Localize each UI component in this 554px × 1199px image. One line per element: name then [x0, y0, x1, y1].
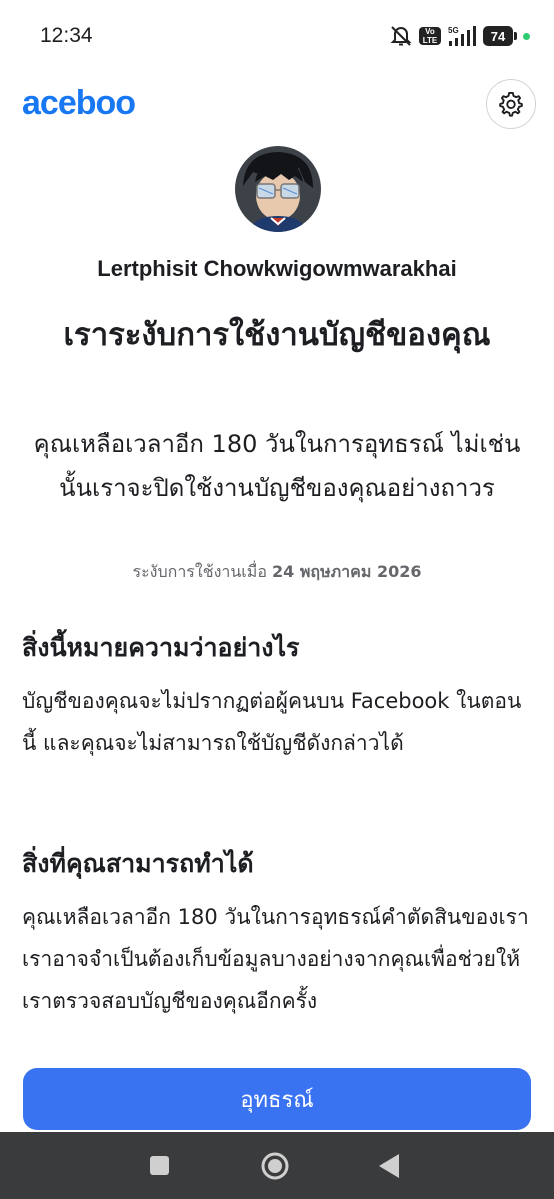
facebook-logo: aceboo — [22, 84, 136, 122]
privacy-indicator-icon — [523, 32, 530, 40]
triangle-back-icon[interactable] — [377, 1152, 401, 1180]
suspended-date-line: ระงับการใช้งานเมื่อ 24 พฤษภาคม 2026 — [0, 560, 554, 585]
profile-name: Lertphisit Chowkwigowmwarakhai — [97, 256, 457, 281]
notice-subtitle: คุณเหลือเวลาอีก 180 วันในการอุทธรณ์ ไม่เ… — [33, 430, 521, 502]
status-icons: Vo LTE 5G 74 — [389, 22, 530, 50]
square-icon[interactable] — [150, 1156, 169, 1175]
svg-text:5G: 5G — [448, 26, 459, 35]
circle-home-icon[interactable] — [260, 1151, 290, 1181]
section-body-meaning: บัญชีของคุณจะไม่ปรากฏต่อผู้คนบน Facebook… — [22, 689, 522, 755]
settings-button[interactable] — [486, 79, 536, 129]
volte-icon: Vo LTE — [419, 27, 441, 45]
system-nav-bar — [0, 1132, 554, 1199]
appeal-button[interactable]: อุทธรณ์ — [23, 1068, 531, 1130]
section-body-what-you-can-do: คุณเหลือเวลาอีก 180 วันในการอุทธรณ์คำตัด… — [22, 905, 529, 1013]
suspended-label: ระงับการใช้งานเมื่อ — [132, 562, 267, 581]
mute-icon — [390, 26, 412, 46]
suspended-date: 24 พฤษภาคม 2026 — [272, 562, 422, 581]
page-title: เราระงับการใช้งานบัญชีของคุณ — [63, 317, 491, 353]
battery-icon: 74 — [483, 26, 517, 46]
signal-icon: 5G — [448, 26, 476, 46]
avatar — [235, 146, 321, 232]
gear-icon — [499, 91, 523, 117]
section-heading-meaning: สิ่งนี้หมายความว่าอย่างไร — [22, 633, 300, 662]
status-bar: 12:34 Vo LTE 5G 74 — [0, 0, 554, 74]
section-heading-what-you-can-do: สิ่งที่คุณสามารถทำได้ — [22, 849, 254, 878]
status-time: 12:34 — [40, 24, 93, 47]
